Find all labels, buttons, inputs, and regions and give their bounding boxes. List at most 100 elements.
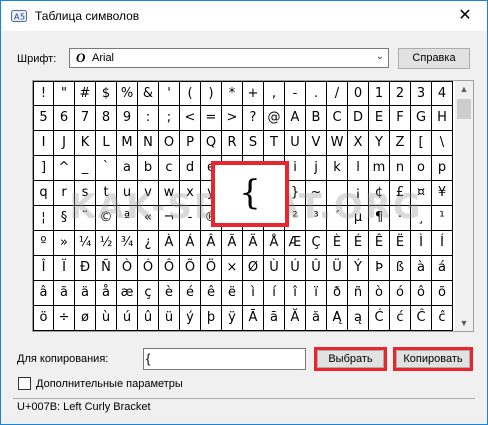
char-cell[interactable]: j bbox=[306, 156, 327, 181]
char-cell[interactable]: Ï bbox=[54, 256, 75, 281]
char-cell[interactable]: ä bbox=[75, 281, 96, 306]
select-button[interactable]: Выбрать bbox=[317, 350, 384, 368]
char-cell[interactable]: 4 bbox=[432, 81, 453, 106]
char-cell[interactable]: 2 bbox=[390, 81, 411, 106]
char-cell[interactable]: ç bbox=[138, 281, 159, 306]
char-cell[interactable]: > bbox=[222, 106, 243, 131]
char-cell[interactable]: 3 bbox=[411, 81, 432, 106]
char-cell[interactable]: Â bbox=[201, 231, 222, 256]
char-cell[interactable]: L bbox=[96, 131, 117, 156]
char-cell[interactable]: Ì bbox=[411, 231, 432, 256]
char-cell[interactable]: Y bbox=[369, 131, 390, 156]
char-cell[interactable]: ñ bbox=[348, 281, 369, 306]
char-cell[interactable]: º bbox=[33, 231, 54, 256]
char-cell[interactable]: [ bbox=[411, 131, 432, 156]
char-cell[interactable]: ì bbox=[243, 281, 264, 306]
char-cell[interactable]: ÿ bbox=[222, 306, 243, 331]
char-cell[interactable]: B bbox=[306, 106, 327, 131]
char-cell[interactable]: Î bbox=[33, 256, 54, 281]
char-cell[interactable]: ò bbox=[369, 281, 390, 306]
char-cell[interactable]: W bbox=[327, 131, 348, 156]
char-cell[interactable]: þ bbox=[201, 306, 222, 331]
char-cell[interactable]: å bbox=[96, 281, 117, 306]
char-cell[interactable]: d bbox=[180, 156, 201, 181]
title-bar[interactable]: A 5 Таблица символов ✕ bbox=[1, 1, 487, 31]
char-cell[interactable]: @ bbox=[264, 106, 285, 131]
char-cell[interactable]: ( bbox=[180, 81, 201, 106]
char-cell[interactable]: T bbox=[264, 131, 285, 156]
char-cell[interactable]: m bbox=[369, 156, 390, 181]
char-cell[interactable]: Ö bbox=[201, 256, 222, 281]
char-cell[interactable]: Ć bbox=[369, 306, 390, 331]
char-cell[interactable]: 0 bbox=[348, 81, 369, 106]
char-cell[interactable]: X bbox=[348, 131, 369, 156]
char-cell[interactable]: # bbox=[75, 81, 96, 106]
char-cell[interactable]: 8 bbox=[96, 106, 117, 131]
char-cell[interactable]: 6 bbox=[54, 106, 75, 131]
char-cell[interactable]: ÷ bbox=[54, 306, 75, 331]
char-cell[interactable]: ! bbox=[33, 81, 54, 106]
char-cell[interactable]: Ã bbox=[222, 231, 243, 256]
scroll-thumb[interactable] bbox=[457, 99, 471, 119]
char-cell[interactable]: Ç bbox=[306, 231, 327, 256]
char-cell[interactable]: , bbox=[264, 81, 285, 106]
char-cell[interactable]: k bbox=[327, 156, 348, 181]
char-cell[interactable]: é bbox=[180, 281, 201, 306]
char-cell[interactable]: F bbox=[390, 106, 411, 131]
char-cell[interactable]: 7 bbox=[75, 106, 96, 131]
char-cell[interactable]: o bbox=[411, 156, 432, 181]
scroll-down-arrow-icon[interactable]: ▼ bbox=[455, 315, 473, 331]
char-cell[interactable]: ë bbox=[222, 281, 243, 306]
char-cell[interactable]: K bbox=[75, 131, 96, 156]
char-cell[interactable]: Ú bbox=[285, 256, 306, 281]
char-cell[interactable]: S bbox=[243, 131, 264, 156]
char-cell[interactable]: È bbox=[327, 231, 348, 256]
char-cell[interactable]: < bbox=[180, 106, 201, 131]
char-cell[interactable]: Ð bbox=[75, 256, 96, 281]
advanced-view-checkbox[interactable] bbox=[18, 377, 31, 390]
font-dropdown[interactable]: O Arial ⌄ bbox=[69, 48, 389, 68]
char-cell[interactable]: O bbox=[159, 131, 180, 156]
char-cell[interactable]: N bbox=[138, 131, 159, 156]
char-cell[interactable]: À bbox=[159, 231, 180, 256]
char-cell[interactable]: Ā bbox=[243, 306, 264, 331]
char-cell[interactable]: $ bbox=[96, 81, 117, 106]
char-cell[interactable]: ½ bbox=[96, 231, 117, 256]
char-cell[interactable]: D bbox=[348, 106, 369, 131]
char-cell[interactable]: % bbox=[117, 81, 138, 106]
char-cell[interactable]: Å bbox=[264, 231, 285, 256]
char-cell[interactable]: Ý bbox=[348, 256, 369, 281]
char-cell[interactable]: 9 bbox=[117, 106, 138, 131]
char-cell[interactable]: ] bbox=[33, 156, 54, 181]
char-cell[interactable]: H bbox=[432, 106, 453, 131]
char-cell[interactable]: ¼ bbox=[75, 231, 96, 256]
char-cell[interactable]: ^ bbox=[54, 156, 75, 181]
char-cell[interactable]: Û bbox=[306, 256, 327, 281]
char-cell[interactable]: Þ bbox=[369, 256, 390, 281]
char-cell[interactable]: Õ bbox=[180, 256, 201, 281]
char-cell[interactable]: \ bbox=[432, 131, 453, 156]
char-cell[interactable]: J bbox=[54, 131, 75, 156]
char-cell[interactable]: A bbox=[285, 106, 306, 131]
char-cell[interactable]: Ò bbox=[117, 256, 138, 281]
char-cell[interactable]: U bbox=[285, 131, 306, 156]
char-cell[interactable]: Ä bbox=[243, 231, 264, 256]
char-cell[interactable]: Ø bbox=[243, 256, 264, 281]
char-cell[interactable]: á bbox=[432, 256, 453, 281]
help-button[interactable]: Справка bbox=[398, 48, 470, 69]
char-cell[interactable]: * bbox=[222, 81, 243, 106]
char-cell[interactable]: ă bbox=[306, 306, 327, 331]
char-cell[interactable]: ) bbox=[201, 81, 222, 106]
char-cell[interactable]: G bbox=[411, 106, 432, 131]
char-cell[interactable]: l bbox=[348, 156, 369, 181]
char-cell[interactable]: Ĉ bbox=[411, 306, 432, 331]
char-cell[interactable]: " bbox=[54, 81, 75, 106]
char-cell[interactable]: ? bbox=[243, 106, 264, 131]
char-cell[interactable]: ó bbox=[390, 281, 411, 306]
char-cell[interactable]: à bbox=[411, 256, 432, 281]
char-cell[interactable]: : bbox=[138, 106, 159, 131]
char-cell[interactable]: Ü bbox=[327, 256, 348, 281]
char-cell[interactable]: ð bbox=[327, 281, 348, 306]
advanced-view-label[interactable]: Дополнительные параметры bbox=[36, 378, 183, 390]
char-cell[interactable]: Ê bbox=[369, 231, 390, 256]
